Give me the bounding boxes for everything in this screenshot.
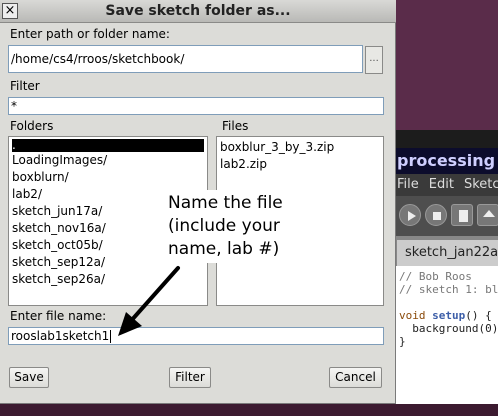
dialog-title: Save sketch folder as... [105, 3, 291, 19]
ide-toolbar [395, 196, 498, 236]
cancel-button[interactable]: Cancel [329, 367, 382, 388]
ide-menu-edit[interactable]: Edit [429, 174, 454, 196]
folder-item[interactable]: boxblurn/ [9, 169, 207, 186]
ide-menu-file[interactable]: File [397, 174, 419, 196]
run-button[interactable] [399, 204, 421, 226]
filename-label: Enter file name: [10, 309, 107, 323]
files-label: Files [222, 119, 249, 133]
code-line: // Bob Roos [399, 270, 472, 283]
ide-menu-sketch[interactable]: Sketch [464, 174, 498, 196]
folder-item[interactable]: . [12, 139, 204, 152]
file-item[interactable]: boxblur_3_by_3.zip [217, 139, 383, 156]
play-icon [408, 211, 416, 221]
save-button[interactable]: Save [9, 367, 49, 388]
path-dropdown-button[interactable]: ... [365, 46, 383, 74]
file-item[interactable]: lab2.zip [217, 156, 383, 173]
code-text: () { [465, 309, 492, 322]
open-button[interactable] [477, 204, 498, 226]
path-label: Enter path or folder name: [10, 27, 170, 41]
ide-code-editor[interactable]: // Bob Roos // sketch 1: bl void setup()… [395, 266, 498, 404]
folder-item[interactable]: LoadingImages/ [9, 152, 207, 169]
filter-input[interactable]: * [8, 97, 384, 115]
code-keyword: void [399, 309, 426, 322]
ide-menubar: File Edit Sketch [395, 174, 498, 196]
stop-button[interactable] [425, 204, 447, 226]
annotation-line: (include your [168, 216, 280, 236]
processing-ide-window[interactable]: processing FileEditSketch sketch_jan22a … [394, 130, 498, 404]
new-file-icon [459, 210, 468, 222]
annotation-callout: Name the file (include your name, lab #) [160, 190, 340, 263]
ide-tab-sketch[interactable]: sketch_jan22a [397, 240, 498, 266]
code-line: } [399, 335, 406, 348]
ide-banner-text: processing [397, 151, 496, 170]
annotation-line: Name the file [168, 193, 283, 213]
folders-label: Folders [10, 119, 54, 133]
desktop-panel [396, 0, 498, 130]
ide-banner: processing [395, 148, 498, 174]
filter-button[interactable]: Filter [169, 367, 211, 388]
stop-icon [433, 212, 441, 220]
arrow-up-icon [483, 210, 495, 217]
code-line: // sketch 1: bl [399, 283, 498, 296]
code-line: void setup() { [399, 309, 498, 322]
ide-titlebar[interactable] [395, 130, 498, 148]
ide-tab-bar: sketch_jan22a [395, 236, 498, 266]
dialog-titlebar[interactable]: × Save sketch folder as... [0, 0, 396, 23]
path-input[interactable]: /home/cs4/rroos/sketchbook/ [8, 45, 363, 73]
filename-value: rooslab1sketch1 [11, 329, 110, 343]
new-button[interactable] [451, 204, 473, 226]
code-line: background(0) [399, 322, 498, 335]
filter-label: Filter [10, 79, 40, 93]
annotation-line: name, lab #) [168, 239, 280, 259]
code-function: setup [432, 309, 466, 322]
annotation-arrow-icon [118, 266, 180, 336]
